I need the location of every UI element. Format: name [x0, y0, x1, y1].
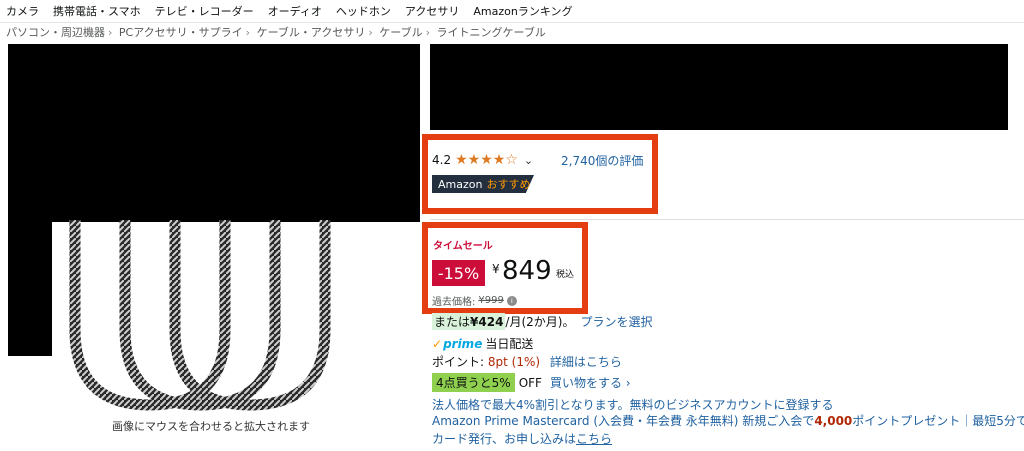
nav-ranking[interactable]: Amazonランキング — [467, 3, 580, 19]
price-value: 849 — [502, 256, 552, 286]
amazon-choice-badge: Amazon おすすめ — [432, 175, 534, 193]
card-points-amount: 4,000 — [814, 414, 853, 428]
image-hover-note: 画像にマウスを合わせると拡大されます — [112, 420, 310, 433]
bulk-off-label: OFF — [518, 375, 542, 390]
card-apply-link[interactable]: こちら — [576, 432, 612, 446]
breadcrumb-item[interactable]: ケーブル・アクセサリ — [257, 26, 366, 39]
nav-camera[interactable]: カメラ — [0, 3, 47, 19]
past-price-label: 過去価格: — [432, 297, 476, 308]
info-icon[interactable]: i — [506, 295, 517, 306]
points-value: 8pt — [487, 355, 508, 369]
points-row: ポイント: 8pt (1%) 詳細はこちら — [432, 353, 622, 370]
nav-headphones[interactable]: ヘッドホン — [330, 3, 399, 19]
prime-delivery-row: ✓ prime 当日配送 — [432, 335, 533, 352]
nav-accessories[interactable]: アクセサリ — [399, 3, 467, 19]
card-promo-text: Amazon Prime Mastercard (入会費・年会費 永年無料) 新… — [432, 414, 815, 428]
delivery-text: 当日配送 — [485, 337, 534, 351]
card-promo-text-2: ポイントプレゼント｜最短5分で — [852, 414, 1024, 428]
installment-prefix: または — [434, 315, 471, 329]
review-count-link[interactable]: 2,740個の評価 — [561, 152, 643, 169]
points-label: ポイント: — [432, 355, 485, 369]
business-price-link[interactable]: 法人価格で最大4%割引となります。無料のビジネスアカウントに登録する — [432, 396, 833, 413]
rating-highlight-box — [422, 134, 658, 214]
breadcrumb-separator: › — [108, 26, 113, 39]
bulk-discount-tag: 4点買うと5% — [432, 373, 515, 392]
discount-badge: -15% — [432, 260, 485, 286]
past-price: 過去価格: ¥999 i — [432, 293, 517, 308]
breadcrumb-item[interactable]: PCアクセサリ・サプライ — [119, 26, 243, 39]
badge-label: おすすめ — [486, 178, 531, 191]
rating-row[interactable]: 4.2 ★★★★☆ ⌄ — [432, 152, 533, 168]
chevron-down-icon[interactable]: ⌄ — [524, 154, 533, 167]
nav-audio[interactable]: オーディオ — [262, 3, 330, 19]
shop-now-link[interactable]: 買い物をする › — [550, 374, 631, 391]
credit-card-promo: Amazon Prime Mastercard (入会費・年会費 永年無料) 新… — [432, 412, 1024, 429]
credit-card-promo-line2: カード発行、お申し込みはこちら — [432, 430, 612, 447]
breadcrumb-item[interactable]: ケーブル — [379, 26, 422, 39]
breadcrumb-separator: › — [245, 26, 251, 39]
breadcrumb-separator: › — [368, 26, 373, 39]
installment-suffix: /月(2か月)。 — [505, 315, 575, 329]
card-apply-text: カード発行、お申し込みは — [432, 432, 577, 446]
star-rating-icon[interactable]: ★★★★☆ — [455, 152, 518, 168]
prime-check-icon: ✓ — [432, 336, 443, 351]
section-divider — [430, 219, 1024, 220]
tax-included-label: 税込 — [556, 270, 575, 280]
redacted-image-block — [8, 44, 420, 222]
breadcrumb: パソコン・周辺機器 › PCアクセサリ・サプライ › ケーブル・アクセサリ › ケーブ… — [6, 24, 546, 40]
badge-brand: Amazon — [438, 177, 483, 191]
points-percent: (1%) — [511, 355, 541, 369]
breadcrumb-item[interactable]: パソコン・周辺機器 — [6, 26, 105, 39]
points-details-link[interactable]: 詳細はこちら — [550, 355, 622, 369]
breadcrumb-separator: › — [425, 26, 431, 39]
breadcrumb-item[interactable]: ライトニングケーブル — [437, 26, 546, 39]
installment-highlight: または¥424 — [432, 313, 506, 330]
nav-mobile[interactable]: 携帯電話・スマホ — [47, 3, 149, 19]
select-plan-link[interactable]: プランを選択 — [580, 313, 652, 330]
top-category-nav: カメラ 携帯電話・スマホ テレビ・レコーダー オーディオ ヘッドホン アクセサリ… — [0, 0, 1024, 23]
past-price-value: ¥999 — [478, 295, 504, 306]
product-image-cable[interactable] — [40, 220, 400, 420]
time-sale-label: タイムセール — [433, 241, 493, 252]
price-currency: ¥ — [492, 262, 500, 276]
redacted-title-block — [430, 44, 1008, 130]
bulk-discount-row: 4点買うと5% OFF 買い物をする › — [432, 373, 631, 392]
prime-logo: prime — [443, 336, 483, 351]
nav-tv[interactable]: テレビ・レコーダー — [149, 3, 262, 19]
installment-amount: ¥424 — [470, 315, 504, 329]
rating-score: 4.2 — [432, 153, 452, 167]
installment-row: または¥424 /月(2か月)。 プランを選択 — [432, 313, 652, 330]
